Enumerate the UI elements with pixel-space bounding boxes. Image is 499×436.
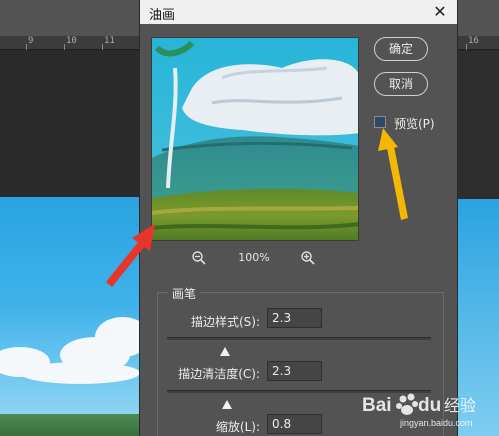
preview-image[interactable] (151, 37, 359, 241)
zoom-level: 100% (238, 251, 270, 264)
stylization-input[interactable]: 2.3 (267, 308, 322, 328)
svg-text:du: du (418, 395, 441, 416)
cleanliness-label: 描边清洁度(C): (178, 367, 260, 381)
preview-checkbox[interactable] (374, 116, 386, 128)
scale-label: 缩放(L): (215, 420, 260, 434)
svg-text:经验: 经验 (444, 396, 476, 415)
ruler-label: 11 (104, 36, 115, 46)
ok-button[interactable]: 确定 (374, 37, 428, 61)
document-image-right (458, 51, 499, 436)
cancel-button[interactable]: 取消 (374, 72, 428, 96)
svg-text:jingyan.baidu.com: jingyan.baidu.com (399, 418, 473, 428)
zoom-in-icon[interactable] (300, 250, 316, 266)
close-icon[interactable]: ✕ (431, 3, 449, 21)
svg-text:Bai: Bai (362, 395, 392, 416)
stylization-label: 描边样式(S): (190, 315, 260, 329)
dialog-titlebar[interactable]: 油画 ✕ (140, 0, 457, 24)
oil-paint-dialog: 油画 ✕ 100% 确定 取消 预览(P) 画笔 描边样式(S): 2.3 描边… (139, 0, 458, 436)
baidu-watermark: Bai du 经验 jingyan.baidu.com (360, 385, 499, 431)
cleanliness-input[interactable]: 2.3 (267, 361, 322, 381)
brush-group-title: 画笔 (168, 285, 201, 302)
zoom-out-icon[interactable] (191, 250, 207, 266)
scale-input[interactable]: 0.8 (267, 414, 322, 434)
ruler-label: 9 (28, 36, 34, 46)
cleanliness-slider-thumb[interactable] (222, 394, 232, 409)
dialog-title: 油画 (149, 8, 176, 23)
ruler-label: 10 (66, 36, 77, 46)
stylization-slider-track[interactable] (167, 337, 431, 340)
preview-checkbox-label: 预览(P) (394, 117, 435, 131)
stylization-slider-thumb[interactable] (220, 341, 230, 356)
ruler-label: 16 (468, 36, 479, 46)
